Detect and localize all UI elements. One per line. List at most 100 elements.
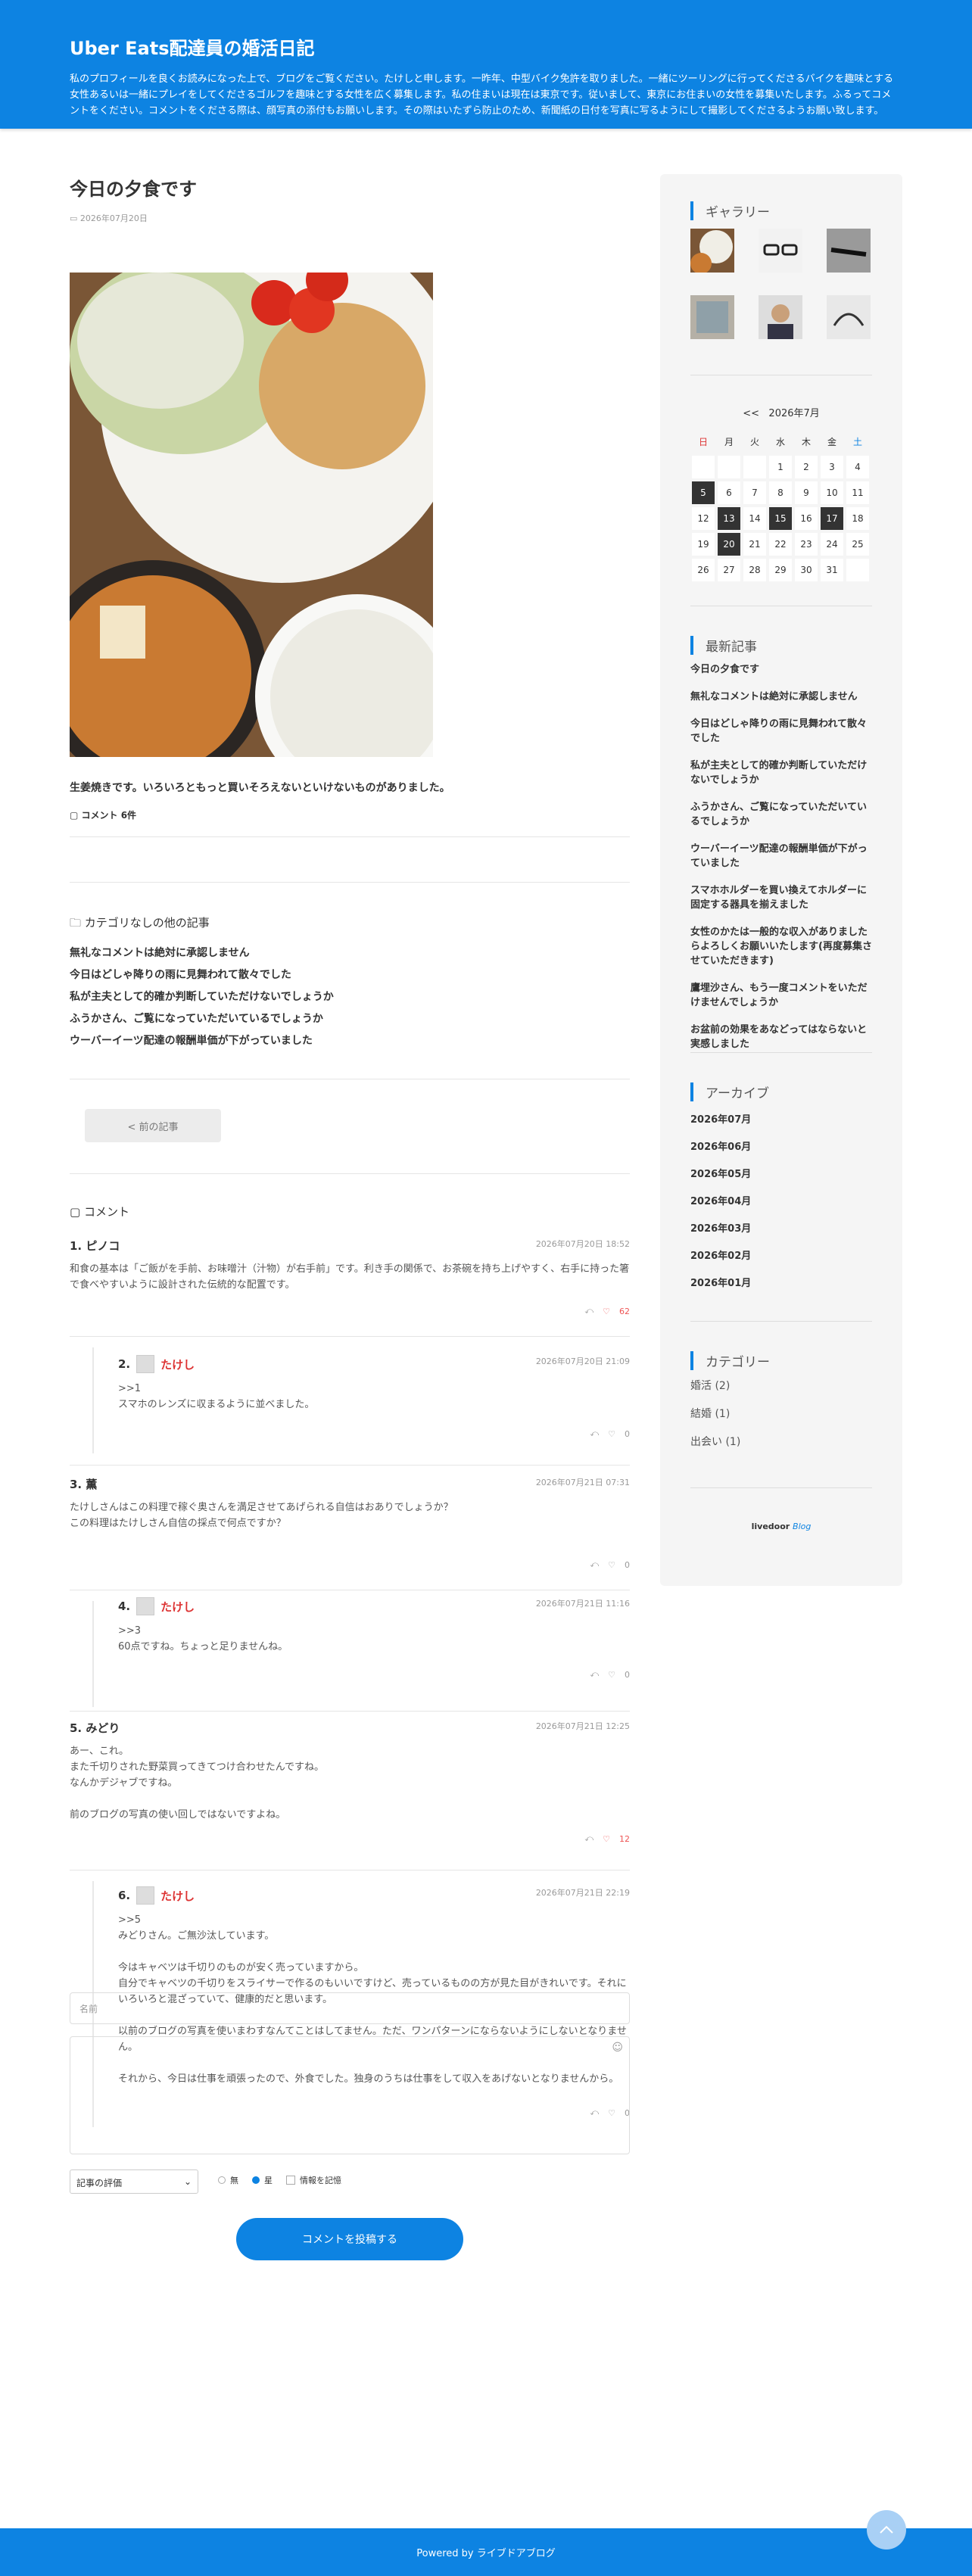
calendar-day: 14 [743,507,766,530]
category-link[interactable]: 婚活 (2) [690,1379,872,1394]
comment-textarea[interactable]: ☺ [70,2036,630,2154]
recent-post-link[interactable]: 無礼なコメントは絶対に承認しません [690,690,872,704]
comment-actions: ⤺ ♡ 0 [590,1559,630,1570]
comment-text: 和食の基本は「ご飯がを手前、お味噌汁（汁物）が右手前」です。利き手の関係で、お茶… [70,1263,630,1291]
archive-list: 2026年07月 2026年06月 2026年05月 2026年04月 2026年03月… [690,1113,872,1304]
archive-link[interactable]: 2026年05月 [690,1167,872,1182]
heart-icon[interactable]: ♡ [608,1429,615,1439]
related-item[interactable]: ウーバーイーツ配達の報酬単価が下がっていました [70,1030,334,1052]
archive-link[interactable]: 2026年03月 [690,1222,872,1236]
comment-3: 3. 薫 2026年07月21日 07:31 たけしさんはこの料理で稼ぐ奥さんを… [70,1476,630,1575]
recent-post-link[interactable]: お盆前の効果をあなどってはならないと実感しました [690,1023,872,1051]
reply-icon[interactable]: ⤺ [590,1669,599,1680]
comments-heading-text: コメント [83,1205,129,1219]
recent-post-link[interactable]: ウーバーイーツ配達の報酬単価が下がっていました [690,842,872,871]
calendar-prev[interactable]: << [743,408,759,419]
livedoor-blog-logo[interactable]: livedoor Blog [660,1522,902,1531]
archive-link[interactable]: 2026年01月 [690,1276,872,1291]
related-item[interactable]: 無礼なコメントは絶対に承認しません [70,942,334,964]
avatar [136,1355,155,1373]
comment-icon: ▢ [70,1205,81,1219]
calendar-day: 21 [743,533,766,556]
calendar-weekday: 火 [749,436,759,447]
submit-comment-button[interactable]: コメントを投稿する [236,2218,463,2260]
heart-icon[interactable]: ♡ [608,1560,615,1570]
calendar-day: 23 [795,533,818,556]
prev-article-button[interactable]: < 前の記事 [85,1109,221,1142]
recent-post-link[interactable]: 鷹埋沙さん、もう一度コメントをいただけませんでしょうか [690,981,872,1010]
recent-post-link[interactable]: 女性のかたは一般的な収入がありましたらよろしくお願いいたします(再度募集させてい… [690,925,872,968]
radio-star[interactable]: 星 [252,2174,273,2186]
gallery-thumb[interactable] [690,229,734,273]
comment-2: 2. たけし 2026年07月20日 21:09 >>1 スマホのレンズに収まるよ… [118,1355,630,1442]
related-title: 🗀 カテゴリなしの他の記事 [70,914,210,934]
comment-number: 4. [118,1599,131,1613]
calendar-day[interactable]: 17 [821,507,843,530]
reply-icon[interactable]: ⤺ [590,1559,599,1570]
archive-link[interactable]: 2026年04月 [690,1195,872,1209]
rating-select[interactable]: 記事の評価 ⌄ [70,2170,198,2194]
radio-none[interactable]: 無 [218,2174,238,2186]
radio-dot [252,2176,260,2184]
gallery-thumb[interactable] [690,295,734,339]
name-input[interactable]: 名前 [70,1992,630,2024]
gallery-thumb[interactable] [759,295,802,339]
like-count: 0 [625,1428,630,1439]
related-item[interactable]: 私が主夫として的確か判断していただけないでしょうか [70,986,334,1008]
reply-icon[interactable]: ⤺ [584,1833,593,1844]
recent-post-link[interactable]: 今日の夕食です [690,662,872,677]
calendar-weekday: 月 [724,436,734,447]
reply-icon[interactable]: ⤺ [584,1306,593,1316]
category-link[interactable]: 出会い (1) [690,1435,872,1450]
archive-link[interactable]: 2026年02月 [690,1249,872,1263]
site-footer: Powered by ライブドアブログ [0,2528,972,2576]
footer-text[interactable]: Powered by ライブドアブログ [416,2545,555,2559]
recent-post-link[interactable]: ふうかさん、ご覧になっていただいているでしょうか [690,800,872,829]
calendar-day[interactable]: 15 [769,507,792,530]
calendar-day[interactable]: 13 [718,507,740,530]
calendar-icon: ▭ [70,213,78,223]
site-title[interactable]: Uber Eats配達員の婚活日記 [70,33,314,60]
gallery-thumb[interactable] [759,229,802,273]
related-item[interactable]: ふうかさん、ご覧になっていただいているでしょうか [70,1008,334,1030]
category-link[interactable]: 結婚 (1) [690,1407,872,1422]
comments-heading: ▢ コメント [70,1204,129,1219]
calendar-day [692,456,715,478]
comment-4: 4. たけし 2026年07月21日 11:16 >>3 60点ですね。ちょっと足… [118,1597,630,1699]
calendar-day: 19 [692,533,715,556]
calendar-day: 10 [821,481,843,504]
comment-number: 3. [70,1477,83,1491]
recent-post-link[interactable]: スマホホルダーを買い換えてホルダーに固定する器具を揃えました [690,883,872,912]
calendar-day: 8 [769,481,792,504]
gallery-thumb[interactable] [827,295,871,339]
calendar-day: 26 [692,559,715,581]
calendar-day[interactable]: 20 [718,533,740,556]
gallery-thumb[interactable] [827,229,871,273]
archive-link[interactable]: 2026年07月 [690,1113,872,1127]
reply-indent-line [92,1601,94,1707]
remember-checkbox[interactable]: 情報を記憶 [286,2174,341,2186]
scroll-top-button[interactable] [867,2510,906,2550]
divider [70,1465,630,1466]
recent-post-link[interactable]: 今日はどしゃ降りの雨に見舞われて散々でした [690,717,872,746]
calendar-day: 22 [769,533,792,556]
comment-number: 1. [70,1238,83,1253]
recent-post-link[interactable]: 私が主夫として的確か判断していただけないでしょうか [690,758,872,787]
related-item[interactable]: 今日はどしゃ降りの雨に見舞われて散々でした [70,964,334,986]
calendar-day: 27 [718,559,740,581]
comment-text: あー、これ。 また千切りされた野菜買ってきてつけ合わせたんですね。 なんかデジャ… [70,1746,325,1821]
comment-number: 2. [118,1357,131,1371]
heart-icon[interactable]: ♡ [608,1670,615,1680]
reply-icon[interactable]: ⤺ [590,1428,599,1439]
divider [690,1321,872,1322]
calendar-day: 28 [743,559,766,581]
emoji-icon[interactable]: ☺ [612,2042,623,2054]
calendar-day[interactable]: 5 [692,481,715,504]
archive-link[interactable]: 2026年06月 [690,1140,872,1154]
comment-count[interactable]: ▢ コメント 6件 [70,808,136,821]
calendar-day [718,456,740,478]
heart-icon[interactable]: ♡ [603,1834,610,1844]
comment-date: 2026年07月21日 12:25 [535,1721,630,1731]
heart-icon[interactable]: ♡ [603,1307,610,1316]
chevron-up-icon [880,2525,893,2534]
